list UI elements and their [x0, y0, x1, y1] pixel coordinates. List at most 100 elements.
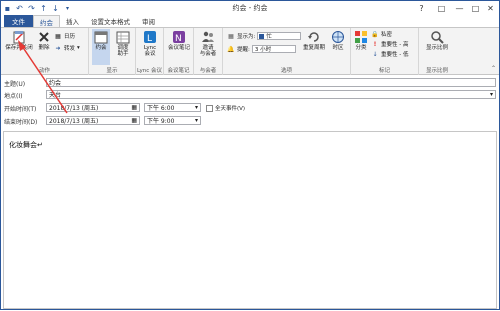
- lync-label-2: 会议: [144, 51, 156, 57]
- lync-icon: L: [143, 30, 157, 44]
- ribbon: 保存并关闭 删除 ▦ 日历 ➜ 转发 ▾ 动作 约会 调度 助手 显示 L Ly…: [1, 27, 499, 75]
- ribbon-display-icon[interactable]: □: [433, 1, 450, 15]
- importance-high-label: 重要性 - 高: [381, 42, 409, 48]
- appointment-view-icon: [94, 30, 108, 44]
- end-time-value: 下午 9:00: [147, 118, 175, 125]
- help-icon[interactable]: ?: [413, 1, 430, 15]
- globe-icon: [331, 30, 345, 44]
- importance-high-button[interactable]: ! 重要性 - 高: [371, 40, 409, 49]
- subject-field[interactable]: 约会: [46, 78, 496, 87]
- group-label-actions: 动作: [38, 68, 50, 74]
- private-label: 私密: [381, 32, 393, 38]
- start-time-field[interactable]: 下午 6:00 ▾: [144, 103, 201, 112]
- scheduling-assistant-button[interactable]: 调度 助手: [113, 30, 133, 57]
- people-icon: [201, 30, 215, 44]
- show-as-dropdown[interactable]: 忙: [257, 32, 302, 40]
- tab-appointment[interactable]: 约会: [33, 15, 60, 27]
- group-attendees: 邀请 与会者 与会者: [194, 28, 223, 75]
- up-icon[interactable]: ↑: [38, 3, 49, 14]
- reminder-label: 提醒:: [237, 47, 250, 53]
- tab-insert[interactable]: 插入: [60, 15, 85, 27]
- end-date-value: 2018/7/13 (周五): [49, 118, 99, 125]
- tab-review[interactable]: 审阅: [136, 15, 161, 27]
- undo-icon[interactable]: ↶: [14, 3, 25, 14]
- exclamation-icon: !: [373, 40, 377, 48]
- categorize-icon: [354, 30, 368, 44]
- lync-meeting-button[interactable]: L Lync 会议: [140, 30, 160, 57]
- down-icon[interactable]: ↓: [50, 3, 61, 14]
- appointment-window: ▪ ↶ ↷ ↑ ↓ ▾ 约会 - 约会 ? □ — □ ✕ 文件 约会 插入 设…: [0, 0, 500, 310]
- meeting-notes-button[interactable]: N 会议笔记: [166, 30, 192, 51]
- show-as-control: ▦ 显示为: 忙: [227, 32, 302, 40]
- recurrence-label: 重复周期: [303, 45, 326, 51]
- scheduling-icon: [116, 30, 130, 44]
- start-date-field[interactable]: 2018/7/13 (周五) ▦: [46, 103, 140, 112]
- redo-icon[interactable]: ↷: [26, 3, 37, 14]
- minimize-icon[interactable]: —: [451, 1, 468, 15]
- appointment-form: 主题(U) 约会 地点(I) 天台 ▾ 开始时间(T) 2018/7/13 (周…: [1, 76, 499, 131]
- private-button[interactable]: 🔒 私密: [371, 30, 393, 39]
- delete-label: 删除: [38, 45, 50, 51]
- importance-low-button[interactable]: ↓ 重要性 - 低: [371, 50, 408, 59]
- location-field[interactable]: 天台 ▾: [46, 90, 496, 99]
- group-zoom: 显示比例 显示比例: [419, 28, 455, 75]
- delete-button[interactable]: 删除: [37, 30, 51, 51]
- group-options: ▦ 显示为: 忙 🔔 提醒: 3 小时 重复周期 时区 选项: [223, 28, 351, 75]
- save-close-button[interactable]: 保存并关闭: [4, 30, 34, 51]
- tab-format-text[interactable]: 设置文本格式: [85, 15, 136, 27]
- show-as-icon: ▦: [228, 32, 234, 40]
- group-meeting-notes: N 会议笔记 会议笔记: [164, 28, 194, 75]
- save-close-label: 保存并关闭: [5, 45, 33, 51]
- forward-icon: ➜: [55, 44, 61, 52]
- checkbox-box[interactable]: [206, 104, 213, 112]
- reminder-dropdown[interactable]: 3 小时: [251, 45, 296, 53]
- group-label-attendees: 与会者: [199, 68, 217, 74]
- svg-text:N: N: [175, 34, 182, 44]
- delete-icon: [37, 30, 51, 44]
- svg-text:L: L: [147, 34, 152, 44]
- start-date-value: 2018/7/13 (周五): [49, 105, 99, 112]
- timezone-button[interactable]: 时区: [329, 30, 347, 51]
- start-time-value: 下午 6:00: [147, 105, 175, 112]
- show-as-label: 显示为:: [237, 34, 256, 40]
- busy-color-icon: [259, 33, 265, 39]
- tab-file[interactable]: 文件: [4, 15, 33, 27]
- appointment-view-button[interactable]: 约会: [92, 29, 110, 65]
- end-date-field[interactable]: 2018/7/13 (周五) ▦: [46, 116, 140, 125]
- categorize-button[interactable]: 分类: [353, 30, 369, 51]
- invite-attendees-button[interactable]: 邀请 与会者: [197, 30, 219, 57]
- calendar-icon[interactable]: ▦: [131, 104, 137, 111]
- meeting-notes-label: 会议笔记: [167, 45, 190, 51]
- bell-icon: 🔔: [227, 45, 235, 53]
- recurrence-button[interactable]: 重复周期: [303, 30, 325, 51]
- zoom-button[interactable]: 显示比例: [423, 30, 451, 51]
- onenote-icon: N: [172, 30, 186, 44]
- group-label-options: 选项: [280, 68, 292, 74]
- notes-body[interactable]: 化妆舞会↵: [3, 131, 497, 309]
- all-day-label: 全天事件(V): [215, 106, 246, 112]
- all-day-checkbox[interactable]: 全天事件(V): [206, 104, 245, 112]
- chevron-down-icon[interactable]: ▾: [195, 117, 198, 124]
- appointment-view-label: 约会: [95, 45, 107, 51]
- invite-label-2: 与会者: [199, 51, 217, 57]
- lock-icon: 🔒: [371, 30, 379, 38]
- calendar-button[interactable]: ▦ 日历: [54, 32, 76, 41]
- customize-icon[interactable]: ▾: [62, 3, 73, 14]
- save-close-icon: [12, 30, 26, 44]
- forward-button[interactable]: ➜ 转发 ▾: [54, 44, 79, 53]
- calendar-icon[interactable]: ▦: [131, 117, 137, 124]
- scheduling-label-2: 助手: [117, 51, 129, 57]
- title-bar: ▪ ↶ ↷ ↑ ↓ ▾ 约会 - 约会 ? □ — □ ✕: [1, 1, 499, 15]
- chevron-down-icon[interactable]: ▾: [195, 104, 198, 111]
- collapse-ribbon-icon[interactable]: ⌃: [491, 65, 496, 72]
- end-time-field[interactable]: 下午 9:00 ▾: [144, 116, 201, 125]
- subject-label: 主题(U): [4, 81, 26, 88]
- location-value: 天台: [49, 92, 62, 99]
- recurrence-icon: [307, 30, 321, 44]
- save-icon[interactable]: ▪: [2, 3, 13, 14]
- calendar-label: 日历: [64, 34, 76, 40]
- chevron-down-icon[interactable]: ▾: [490, 91, 493, 98]
- close-icon[interactable]: ✕: [482, 1, 499, 15]
- group-tags: 分类 🔒 私密 ! 重要性 - 高 ↓ 重要性 - 低 标记: [351, 28, 419, 75]
- group-label-lync: Lync 会议: [136, 68, 163, 74]
